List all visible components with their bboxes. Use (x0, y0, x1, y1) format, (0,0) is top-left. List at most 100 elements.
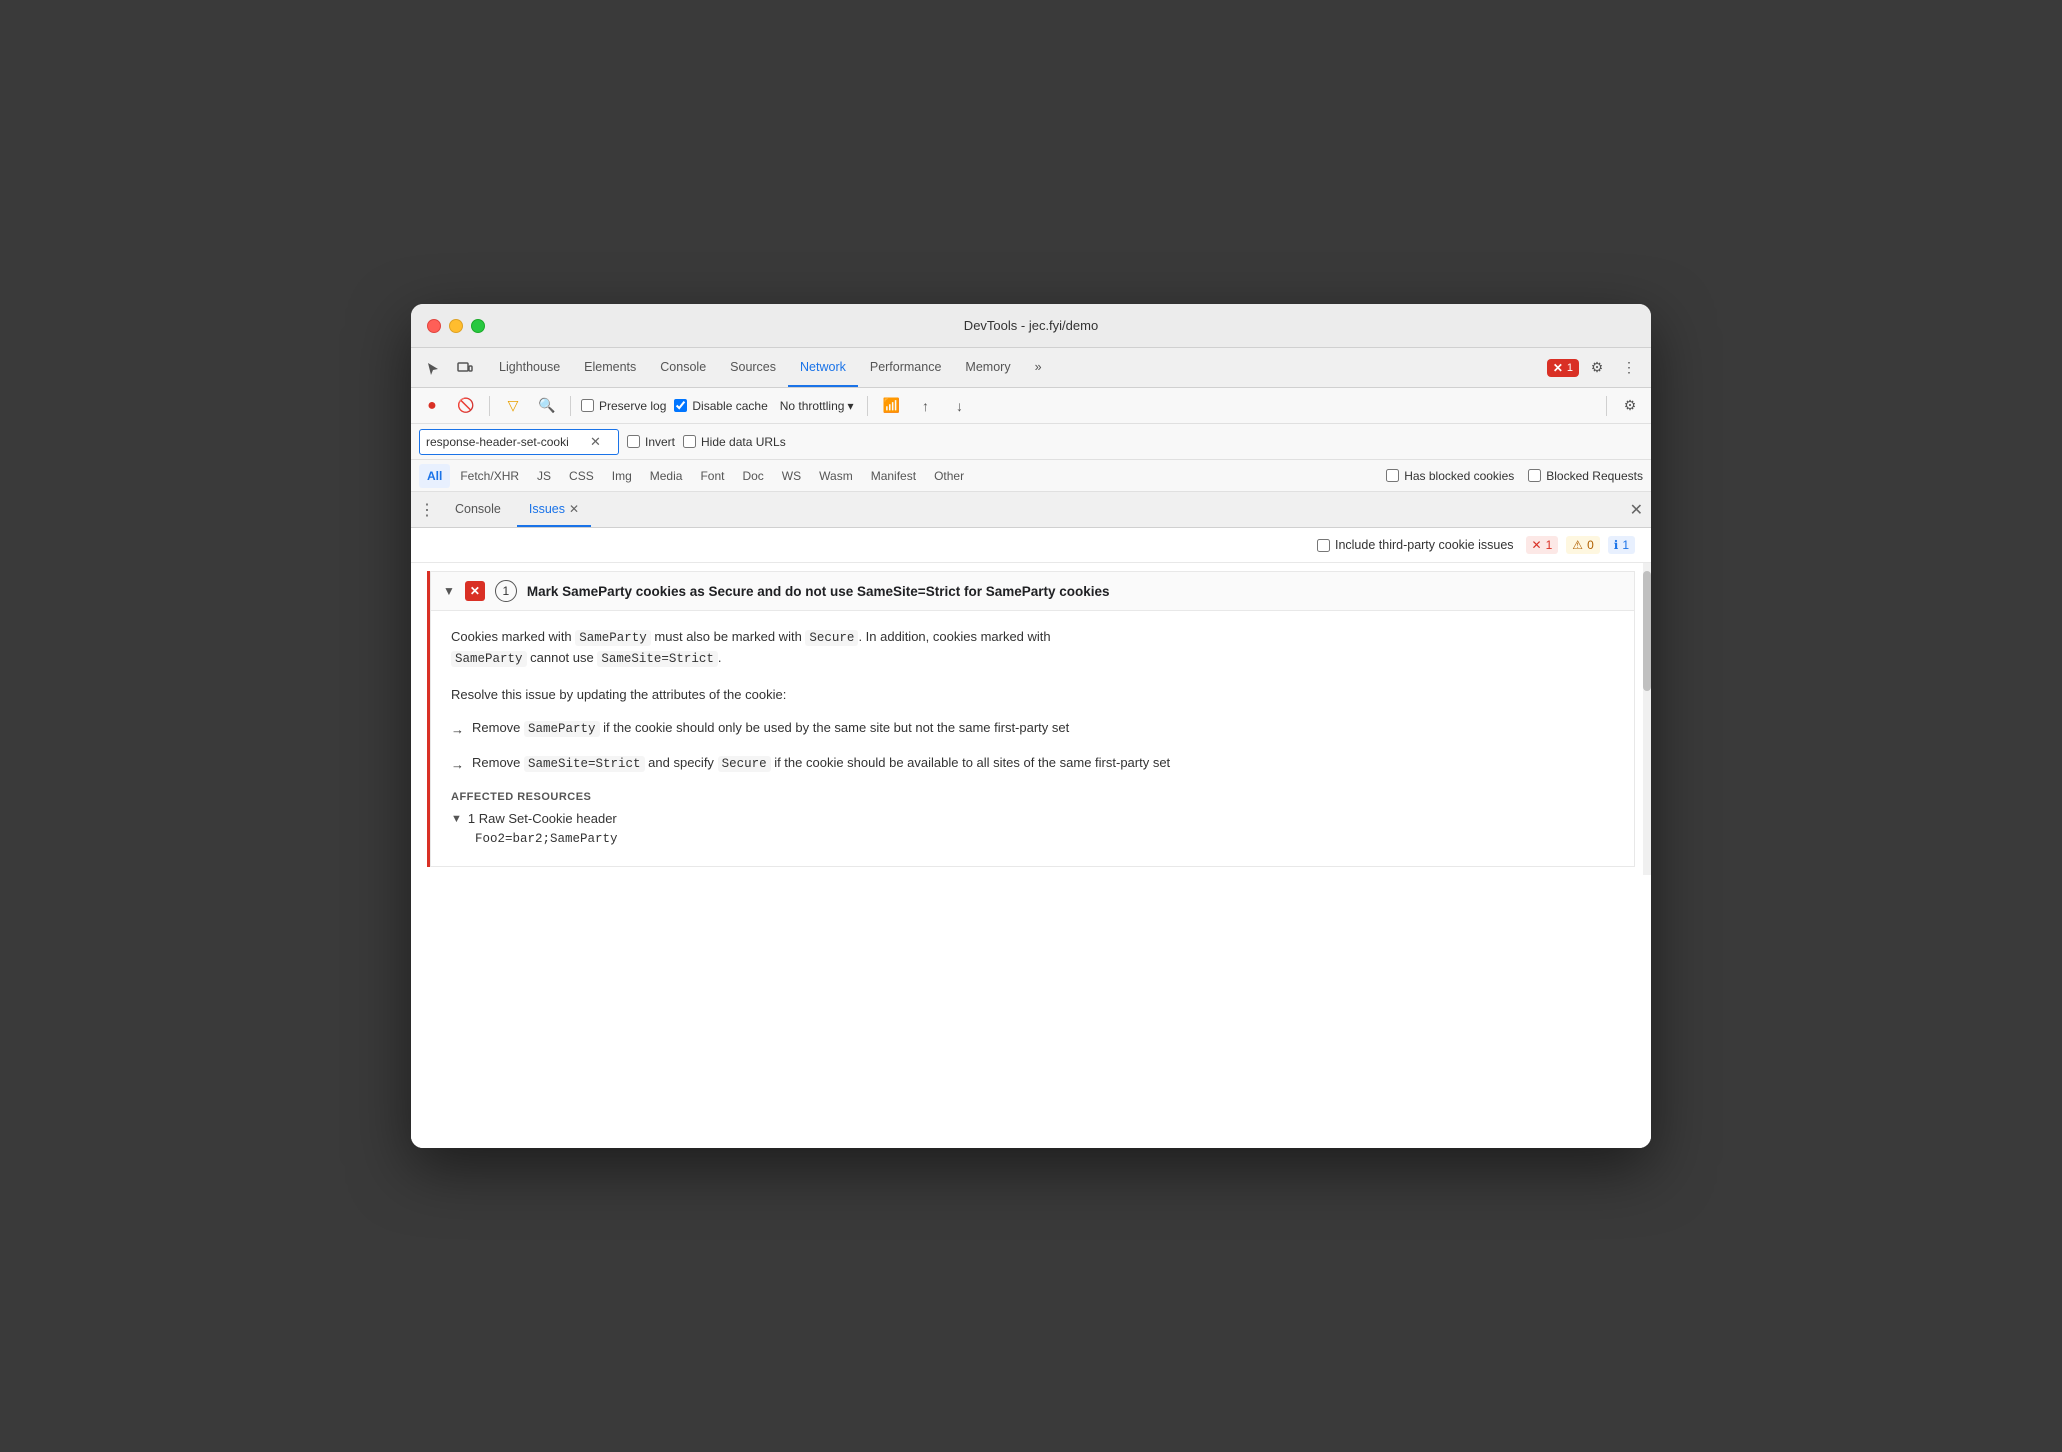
tab-memory[interactable]: Memory (953, 348, 1022, 387)
maximize-button[interactable] (471, 319, 485, 333)
type-btn-wasm[interactable]: Wasm (811, 464, 861, 488)
blocked-requests-text: Blocked Requests (1546, 469, 1643, 483)
has-blocked-cookies-label[interactable]: Has blocked cookies (1386, 469, 1514, 483)
tab-lighthouse[interactable]: Lighthouse (487, 348, 572, 387)
type-btn-media[interactable]: Media (642, 464, 691, 488)
search-clear-icon[interactable]: ✕ (590, 434, 601, 450)
affected-item[interactable]: ▼ 1 Raw Set-Cookie header (451, 811, 1614, 826)
issues-header-bar: Include third-party cookie issues ✕ 1 ⚠ … (411, 528, 1651, 563)
record-button[interactable]: ● (419, 393, 445, 419)
type-btn-manifest[interactable]: Manifest (863, 464, 924, 488)
hide-data-urls-checkbox-label[interactable]: Hide data URLs (683, 435, 786, 449)
throttle-select[interactable]: No throttling ▾ (776, 397, 858, 415)
disable-cache-checkbox-label[interactable]: Disable cache (674, 399, 767, 413)
blocked-requests-checkbox[interactable] (1528, 469, 1541, 482)
third-party-cookie-checkbox-label[interactable]: Include third-party cookie issues (1317, 538, 1514, 552)
info-badge-icon: ℹ (1614, 538, 1619, 552)
search-button[interactable]: 🔍 (534, 393, 560, 419)
window-title: DevTools - jec.fyi/demo (964, 318, 1098, 333)
hide-data-urls-checkbox[interactable] (683, 435, 696, 448)
invert-checkbox[interactable] (627, 435, 640, 448)
preserve-log-checkbox[interactable] (581, 399, 594, 412)
error-issue-badge[interactable]: ✕ 1 (1526, 536, 1559, 554)
tab-console[interactable]: Console (648, 348, 718, 387)
nav-bar: Lighthouse Elements Console Sources Netw… (411, 348, 1651, 388)
issue-count-badge: 1 (495, 580, 517, 602)
affected-item-label: 1 Raw Set-Cookie header (468, 811, 617, 826)
has-blocked-cookies-checkbox[interactable] (1386, 469, 1399, 482)
panel-tab-console[interactable]: Console (443, 492, 513, 527)
warning-badge-icon: ⚠ (1572, 538, 1583, 552)
type-filter-bar: All Fetch/XHR JS CSS Img Media Font Doc (411, 460, 1651, 492)
type-btn-ws[interactable]: WS (774, 464, 809, 488)
type-btn-all[interactable]: All (419, 464, 450, 488)
type-btn-fetch[interactable]: Fetch/XHR (452, 464, 527, 488)
preserve-log-label: Preserve log (599, 399, 666, 413)
tab-network[interactable]: Network (788, 348, 858, 387)
network-settings-icon[interactable]: ⚙ (1617, 393, 1643, 419)
issue-badges: ✕ 1 ⚠ 0 ℹ 1 (1526, 536, 1635, 554)
issues-tab-close-icon[interactable]: ✕ (569, 502, 579, 516)
tab-elements[interactable]: Elements (572, 348, 648, 387)
traffic-lights (427, 319, 485, 333)
close-panel-icon[interactable]: ✕ (1630, 500, 1643, 520)
issues-content: Include third-party cookie issues ✕ 1 ⚠ … (411, 528, 1651, 1148)
preserve-log-checkbox-label[interactable]: Preserve log (581, 399, 666, 413)
type-btn-js[interactable]: JS (529, 464, 559, 488)
download-icon[interactable]: ↓ (946, 393, 972, 419)
settings-icon[interactable]: ⚙ (1583, 354, 1611, 382)
devtools-body: Lighthouse Elements Console Sources Netw… (411, 348, 1651, 1148)
bullet-arrow-1: → (451, 720, 464, 741)
wifi-icon[interactable]: 📶 (878, 393, 904, 419)
toolbar-divider-3 (867, 396, 868, 416)
type-btn-doc[interactable]: Doc (734, 464, 771, 488)
invert-label: Invert (645, 435, 675, 449)
type-btn-font[interactable]: Font (692, 464, 732, 488)
close-button[interactable] (427, 319, 441, 333)
tab-sources[interactable]: Sources (718, 348, 788, 387)
type-btn-css[interactable]: CSS (561, 464, 602, 488)
desc-code3: SameParty (451, 651, 527, 667)
third-party-cookie-checkbox[interactable] (1317, 539, 1330, 552)
scrollbar-thumb[interactable] (1643, 571, 1651, 691)
type-btn-img[interactable]: Img (604, 464, 640, 488)
tab-performance[interactable]: Performance (858, 348, 954, 387)
issue-row-header[interactable]: ▼ ✕ 1 Mark SameParty cookies as Secure a… (430, 571, 1635, 611)
upload-icon[interactable]: ↑ (912, 393, 938, 419)
filter-bar: ✕ Invert Hide data URLs (411, 424, 1651, 460)
error-count-badge[interactable]: ✕ 1 (1547, 359, 1579, 377)
has-blocked-cookies-text: Has blocked cookies (1404, 469, 1514, 483)
panel-tab-dots-icon[interactable]: ⋮ (419, 500, 435, 520)
issue-container: ▼ ✕ 1 Mark SameParty cookies as Secure a… (411, 563, 1651, 875)
cursor-icon[interactable] (419, 354, 447, 382)
type-btn-other[interactable]: Other (926, 464, 972, 488)
info-issue-badge[interactable]: ℹ 1 (1608, 536, 1635, 554)
device-toggle-icon[interactable] (451, 354, 479, 382)
tab-more[interactable]: » (1023, 348, 1054, 387)
nav-tabs: Lighthouse Elements Console Sources Netw… (487, 348, 1547, 387)
filter-button[interactable]: ▽ (500, 393, 526, 419)
throttle-label: No throttling (780, 399, 845, 413)
minimize-button[interactable] (449, 319, 463, 333)
panel-tab-issues[interactable]: Issues ✕ (517, 492, 591, 527)
error-badge-x-icon: ✕ (1532, 538, 1542, 552)
disable-cache-checkbox[interactable] (674, 399, 687, 412)
desc-before: Cookies marked with (451, 629, 575, 644)
more-options-icon[interactable]: ⋮ (1615, 354, 1643, 382)
error-badge-count: 1 (1546, 538, 1553, 552)
error-badge-count: 1 (1567, 362, 1573, 374)
search-input[interactable] (426, 435, 586, 449)
cookie-value: Foo2=bar2;SameParty (451, 832, 1614, 846)
warning-issue-badge[interactable]: ⚠ 0 (1566, 536, 1599, 554)
hide-data-urls-label: Hide data URLs (701, 435, 786, 449)
bullet-2-code2: Secure (718, 756, 771, 772)
invert-checkbox-label[interactable]: Invert (627, 435, 675, 449)
desc-after1: . In addition, cookies marked with (858, 629, 1050, 644)
clear-button[interactable]: 🚫 (453, 393, 479, 419)
toolbar-divider-2 (570, 396, 571, 416)
affected-resources-label: AFFECTED RESOURCES (451, 791, 1614, 803)
nav-icons (419, 354, 479, 382)
affected-chevron-icon: ▼ (451, 813, 462, 825)
blocked-requests-label[interactable]: Blocked Requests (1528, 469, 1643, 483)
chevron-down-icon: ▼ (443, 584, 455, 598)
